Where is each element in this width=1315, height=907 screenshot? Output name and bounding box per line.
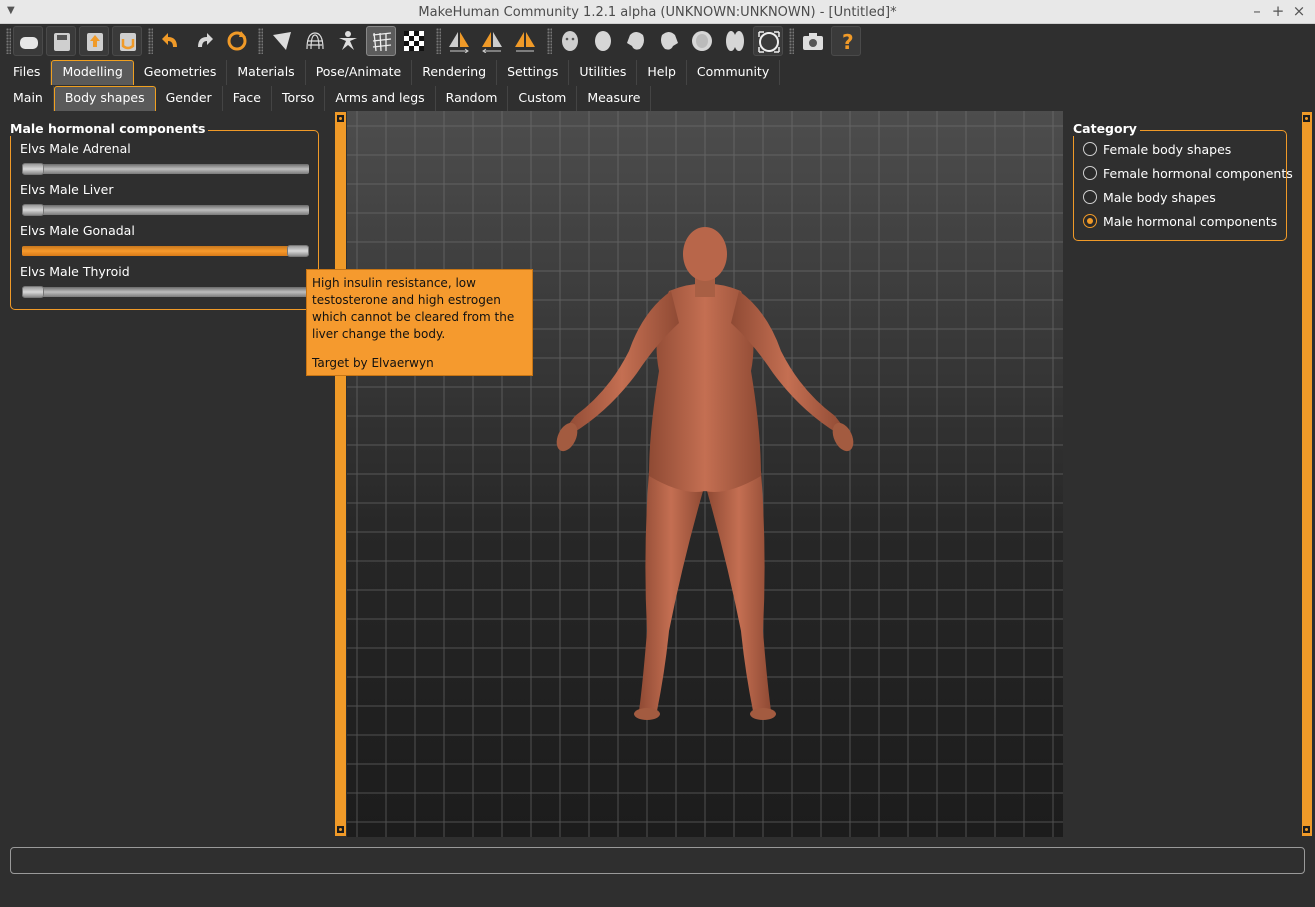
- tab-torso[interactable]: Torso: [271, 86, 326, 111]
- reset-camera-icon[interactable]: [753, 26, 783, 56]
- toolbar-grip[interactable]: [148, 28, 153, 54]
- toolbar-grip[interactable]: [258, 28, 263, 54]
- radio-button[interactable]: [1083, 190, 1097, 204]
- tooltip-text: High insulin resistance, low testosteron…: [312, 276, 515, 341]
- tab-body-shapes[interactable]: Body shapes: [53, 86, 156, 111]
- minimize-button[interactable]: –: [1250, 3, 1264, 19]
- radio-label: Male body shapes: [1103, 189, 1216, 205]
- front-view-icon[interactable]: [555, 26, 585, 56]
- tab-rendering[interactable]: Rendering: [412, 60, 498, 85]
- radio-male-hormonal-components[interactable]: Male hormonal components: [1083, 212, 1277, 230]
- scroll-cap-top[interactable]: [336, 114, 345, 123]
- redo-icon[interactable]: [189, 26, 219, 56]
- slider-handle[interactable]: [287, 245, 309, 257]
- radio-female-hormonal-components[interactable]: Female hormonal components: [1083, 164, 1293, 182]
- radio-male-body-shapes[interactable]: Male body shapes: [1083, 188, 1216, 206]
- slider-adrenal[interactable]: [22, 163, 309, 175]
- load-icon[interactable]: [79, 26, 109, 56]
- slider-label-thyroid: Elvs Male Thyroid: [20, 264, 130, 279]
- category-title: Category: [1070, 121, 1140, 136]
- export-icon[interactable]: [112, 26, 142, 56]
- tab-random[interactable]: Random: [435, 86, 509, 111]
- left-scrollbar[interactable]: [335, 112, 346, 836]
- slider-label-liver: Elvs Male Liver: [20, 182, 114, 197]
- tooltip-credit: Target by Elvaerwyn: [312, 356, 434, 370]
- radio-label: Female hormonal components: [1103, 165, 1293, 181]
- tab-modelling[interactable]: Modelling: [51, 60, 134, 85]
- back-view-icon[interactable]: [588, 26, 618, 56]
- tab-measure[interactable]: Measure: [577, 86, 652, 111]
- save-icon[interactable]: [46, 26, 76, 56]
- screenshot-icon[interactable]: [798, 26, 828, 56]
- main-tab-bar: Files Modelling Geometries Materials Pos…: [3, 60, 781, 86]
- viewport-canvas: [347, 111, 1063, 837]
- reset-icon[interactable]: [222, 26, 252, 56]
- slider-liver[interactable]: [22, 204, 309, 216]
- tab-files[interactable]: Files: [3, 60, 52, 85]
- radio-female-body-shapes[interactable]: Female body shapes: [1083, 140, 1231, 158]
- toolbar-grip[interactable]: [789, 28, 794, 54]
- slider-handle[interactable]: [22, 286, 44, 298]
- symmetry-left-icon[interactable]: [477, 26, 507, 56]
- svg-text:?: ?: [842, 30, 854, 54]
- background-icon[interactable]: [399, 26, 429, 56]
- toolbar: ?: [0, 24, 1315, 58]
- slider-fill: [22, 246, 298, 256]
- close-button[interactable]: ×: [1292, 3, 1306, 19]
- radio-button[interactable]: [1083, 166, 1097, 180]
- left-view-icon[interactable]: [621, 26, 651, 56]
- right-view-icon[interactable]: [654, 26, 684, 56]
- help-icon[interactable]: ?: [831, 26, 861, 56]
- slider-label-adrenal: Elvs Male Adrenal: [20, 141, 131, 156]
- toolbar-grip[interactable]: [6, 28, 11, 54]
- tab-face[interactable]: Face: [222, 86, 272, 111]
- male-hormonal-group: [10, 130, 319, 310]
- radio-button[interactable]: [1083, 214, 1097, 228]
- maximize-button[interactable]: +: [1271, 3, 1285, 19]
- scroll-cap-top[interactable]: [1302, 114, 1311, 123]
- slider-handle[interactable]: [22, 204, 44, 216]
- symmetry-icon[interactable]: [510, 26, 540, 56]
- tab-community[interactable]: Community: [686, 60, 781, 85]
- sub-tab-bar: Main Body shapes Gender Face Torso Arms …: [3, 86, 652, 112]
- grid-icon[interactable]: [366, 26, 396, 56]
- 3d-viewport[interactable]: [347, 111, 1063, 837]
- tab-utilities[interactable]: Utilities: [569, 60, 638, 85]
- symmetry-right-icon[interactable]: [444, 26, 474, 56]
- slider-gonadal[interactable]: [22, 245, 309, 257]
- status-bar: [10, 847, 1305, 874]
- tab-pose-animate[interactable]: Pose/Animate: [305, 60, 413, 85]
- tab-settings[interactable]: Settings: [497, 60, 570, 85]
- radio-label: Female body shapes: [1103, 141, 1232, 157]
- slider-label-gonadal: Elvs Male Gonadal: [20, 223, 135, 238]
- toolbar-grip[interactable]: [547, 28, 552, 54]
- top-view-icon[interactable]: [687, 26, 717, 56]
- tab-geometries[interactable]: Geometries: [133, 60, 228, 85]
- new-icon[interactable]: [13, 26, 43, 56]
- tooltip: High insulin resistance, low testosteron…: [306, 269, 533, 376]
- scroll-cap-bottom[interactable]: [1302, 825, 1311, 834]
- pose-icon[interactable]: [333, 26, 363, 56]
- tab-materials[interactable]: Materials: [227, 60, 306, 85]
- slider-handle[interactable]: [22, 163, 44, 175]
- radio-label: Male hormonal components: [1103, 213, 1278, 229]
- smooth-icon[interactable]: [267, 26, 297, 56]
- window-title: MakeHuman Community 1.2.1 alpha (UNKNOWN…: [418, 5, 897, 20]
- right-scrollbar[interactable]: [1302, 112, 1312, 836]
- scroll-cap-bottom[interactable]: [336, 825, 345, 834]
- undo-icon[interactable]: [156, 26, 186, 56]
- title-bar: ▼ MakeHuman Community 1.2.1 alpha (UNKNO…: [0, 0, 1315, 24]
- tab-gender[interactable]: Gender: [155, 86, 223, 111]
- slider-thyroid[interactable]: [22, 286, 309, 298]
- bottom-view-icon[interactable]: [720, 26, 750, 56]
- tab-arms-and-legs[interactable]: Arms and legs: [325, 86, 436, 111]
- tab-custom[interactable]: Custom: [508, 86, 578, 111]
- tab-help[interactable]: Help: [637, 60, 687, 85]
- toolbar-grip[interactable]: [436, 28, 441, 54]
- tab-main[interactable]: Main: [3, 86, 54, 111]
- group-title: Male hormonal components: [7, 121, 209, 136]
- wireframe-icon[interactable]: [300, 26, 330, 56]
- radio-button[interactable]: [1083, 142, 1097, 156]
